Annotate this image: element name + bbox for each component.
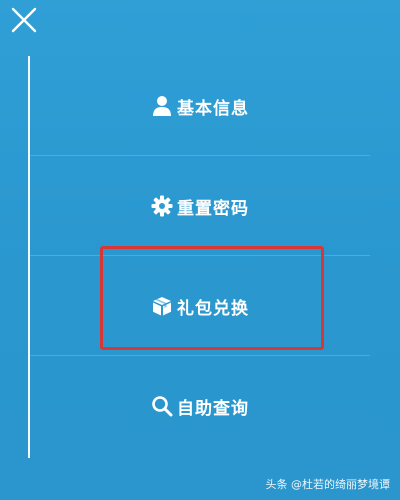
menu-item-label: 重置密码	[177, 198, 249, 219]
user-icon	[151, 95, 173, 117]
menu-item-self-query[interactable]: 自助查询	[30, 356, 370, 456]
close-button[interactable]	[8, 4, 40, 36]
gear-icon	[151, 195, 173, 217]
close-icon	[11, 7, 37, 33]
menu-item-label: 自助查询	[177, 398, 249, 419]
menu-item-label: 基本信息	[177, 98, 249, 119]
menu-item-reset-password[interactable]: 重置密码	[30, 156, 370, 256]
menu-item-basic-info[interactable]: 基本信息	[30, 56, 370, 156]
search-icon	[151, 395, 173, 417]
highlight-box	[100, 246, 324, 350]
watermark: 头条 @杜若的绮丽梦境谭	[265, 478, 391, 491]
